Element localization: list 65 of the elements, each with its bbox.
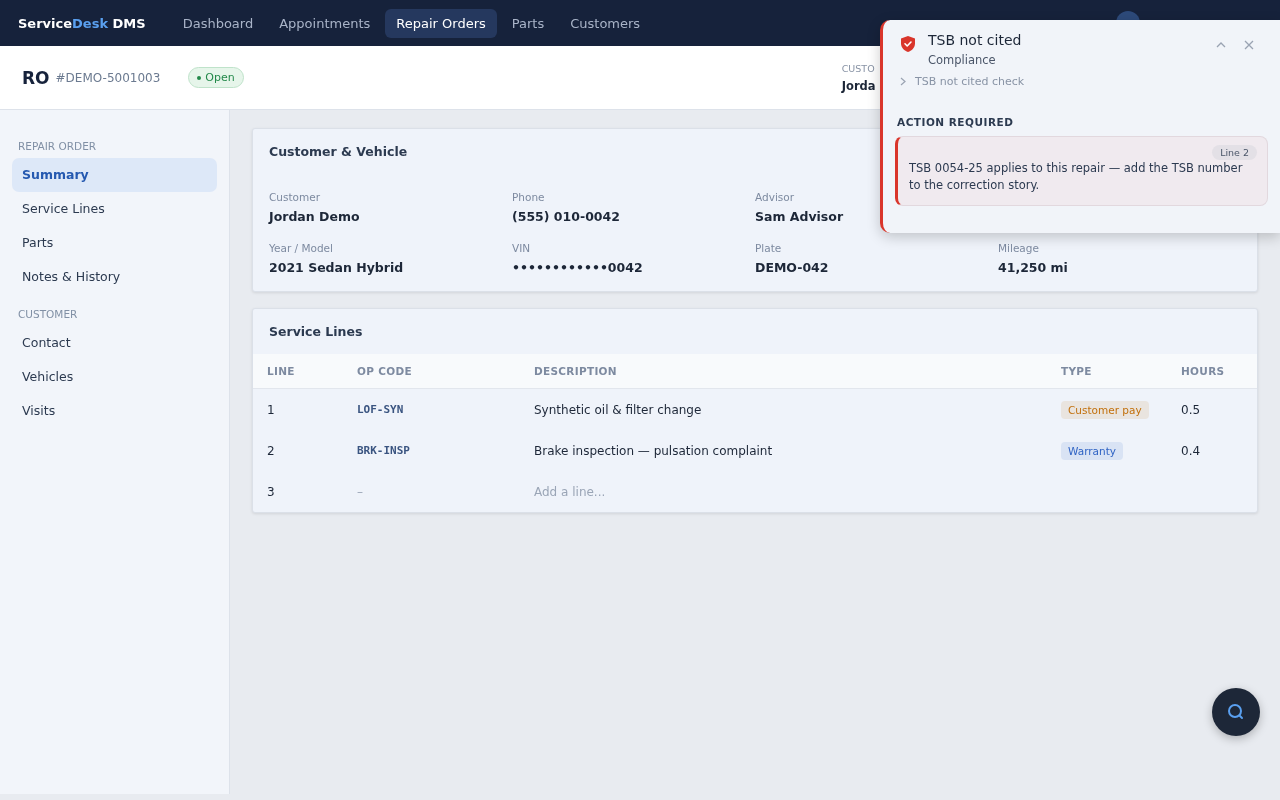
table-cell-text: 0.4 — [1181, 443, 1202, 458]
field-value: DEMO-042 — [755, 260, 829, 275]
sidebar-item[interactable]: Vehicles — [12, 360, 217, 394]
field-label: VIN — [512, 242, 531, 254]
chevron-up-icon — [1216, 42, 1226, 48]
type-tag: Customer pay — [1061, 400, 1149, 419]
card-title: Service Lines — [268, 323, 364, 341]
sidebar-item[interactable]: Visits — [12, 394, 217, 428]
chevron-right-icon — [900, 77, 906, 86]
section-heading: REPAIR ORDER — [17, 140, 98, 152]
field-value: (555) 010-0042 — [512, 209, 620, 224]
notification-title: TSB not cited — [928, 32, 1022, 48]
nav-tab[interactable]: Repair Orders — [385, 8, 497, 38]
brand-logo: ServiceDesk DMS — [18, 15, 146, 31]
field-value: ••••••••••••0042 — [512, 260, 643, 275]
column-header: OP CODE — [357, 365, 413, 377]
line-tag: Line 2 — [1212, 145, 1257, 160]
table-cell-text: 0.5 — [1181, 402, 1202, 417]
section-heading: CUSTOMER — [17, 308, 79, 320]
type-tag: Warranty — [1061, 441, 1123, 460]
table-cell-text: 2 — [267, 443, 276, 458]
notification-category: Compliance — [928, 53, 997, 67]
nav-tab[interactable]: Parts — [500, 8, 556, 38]
field-label: Plate — [755, 242, 782, 254]
sidebar-item[interactable]: Contact — [12, 326, 217, 360]
table-cell-text: 1 — [267, 402, 276, 417]
op-code: LOF-SYN — [357, 403, 405, 416]
field-value: 2021 Sedan Hybrid — [269, 260, 404, 275]
field-label: Phone — [512, 191, 545, 203]
field-value: 41,250 mi — [998, 260, 1068, 275]
column-header: LINE — [267, 365, 296, 377]
section-heading: ACTION REQUIRED — [897, 116, 1015, 128]
shield-check-icon — [900, 35, 916, 53]
card-title: Customer & Vehicle — [268, 143, 409, 161]
sidebar-item[interactable]: Parts — [12, 226, 217, 260]
op-code: BRK-INSP — [357, 444, 411, 457]
column-header: DESCRIPTION — [534, 365, 618, 377]
sidebar-item[interactable]: Notes & History — [12, 260, 217, 294]
table-cell-text: Brake inspection — pulsation complaint — [534, 443, 774, 458]
close-icon — [1244, 40, 1254, 50]
nav-tab[interactable]: Dashboard — [171, 8, 265, 38]
field-label: Advisor — [755, 191, 794, 203]
nav-tab[interactable]: Customers — [559, 8, 652, 38]
table-cell-text: 3 — [267, 484, 276, 499]
customer-label: CUSTO — [841, 62, 876, 74]
search-icon — [1226, 702, 1246, 722]
search-button[interactable] — [1212, 688, 1260, 736]
check-label: TSB not cited check — [915, 75, 1025, 88]
nav-tab[interactable]: Appointments — [268, 8, 382, 38]
status-badge: Open — [188, 67, 244, 88]
sidebar-item[interactable]: Summary — [12, 158, 217, 192]
sidebar-item[interactable]: Service Lines — [12, 192, 217, 226]
column-header: TYPE — [1061, 365, 1093, 377]
op-code: – — [357, 484, 364, 499]
field-label: Customer — [269, 191, 320, 203]
order-number: #DEMO-5001003 — [55, 70, 161, 85]
field-value: Jordan Demo — [269, 209, 360, 224]
field-value: Sam Advisor — [755, 209, 844, 224]
field-label: Mileage — [998, 242, 1039, 254]
field-label: Year / Model — [269, 242, 333, 254]
customer-name: Jorda — [841, 78, 876, 93]
table-cell-text: Synthetic oil & filter change — [534, 402, 703, 417]
action-message: TSB 0054-25 applies to this repair — add the TSB number to the correction story. — [909, 160, 1244, 195]
page-title: RO — [22, 67, 50, 88]
column-header: HOURS — [1181, 365, 1226, 377]
